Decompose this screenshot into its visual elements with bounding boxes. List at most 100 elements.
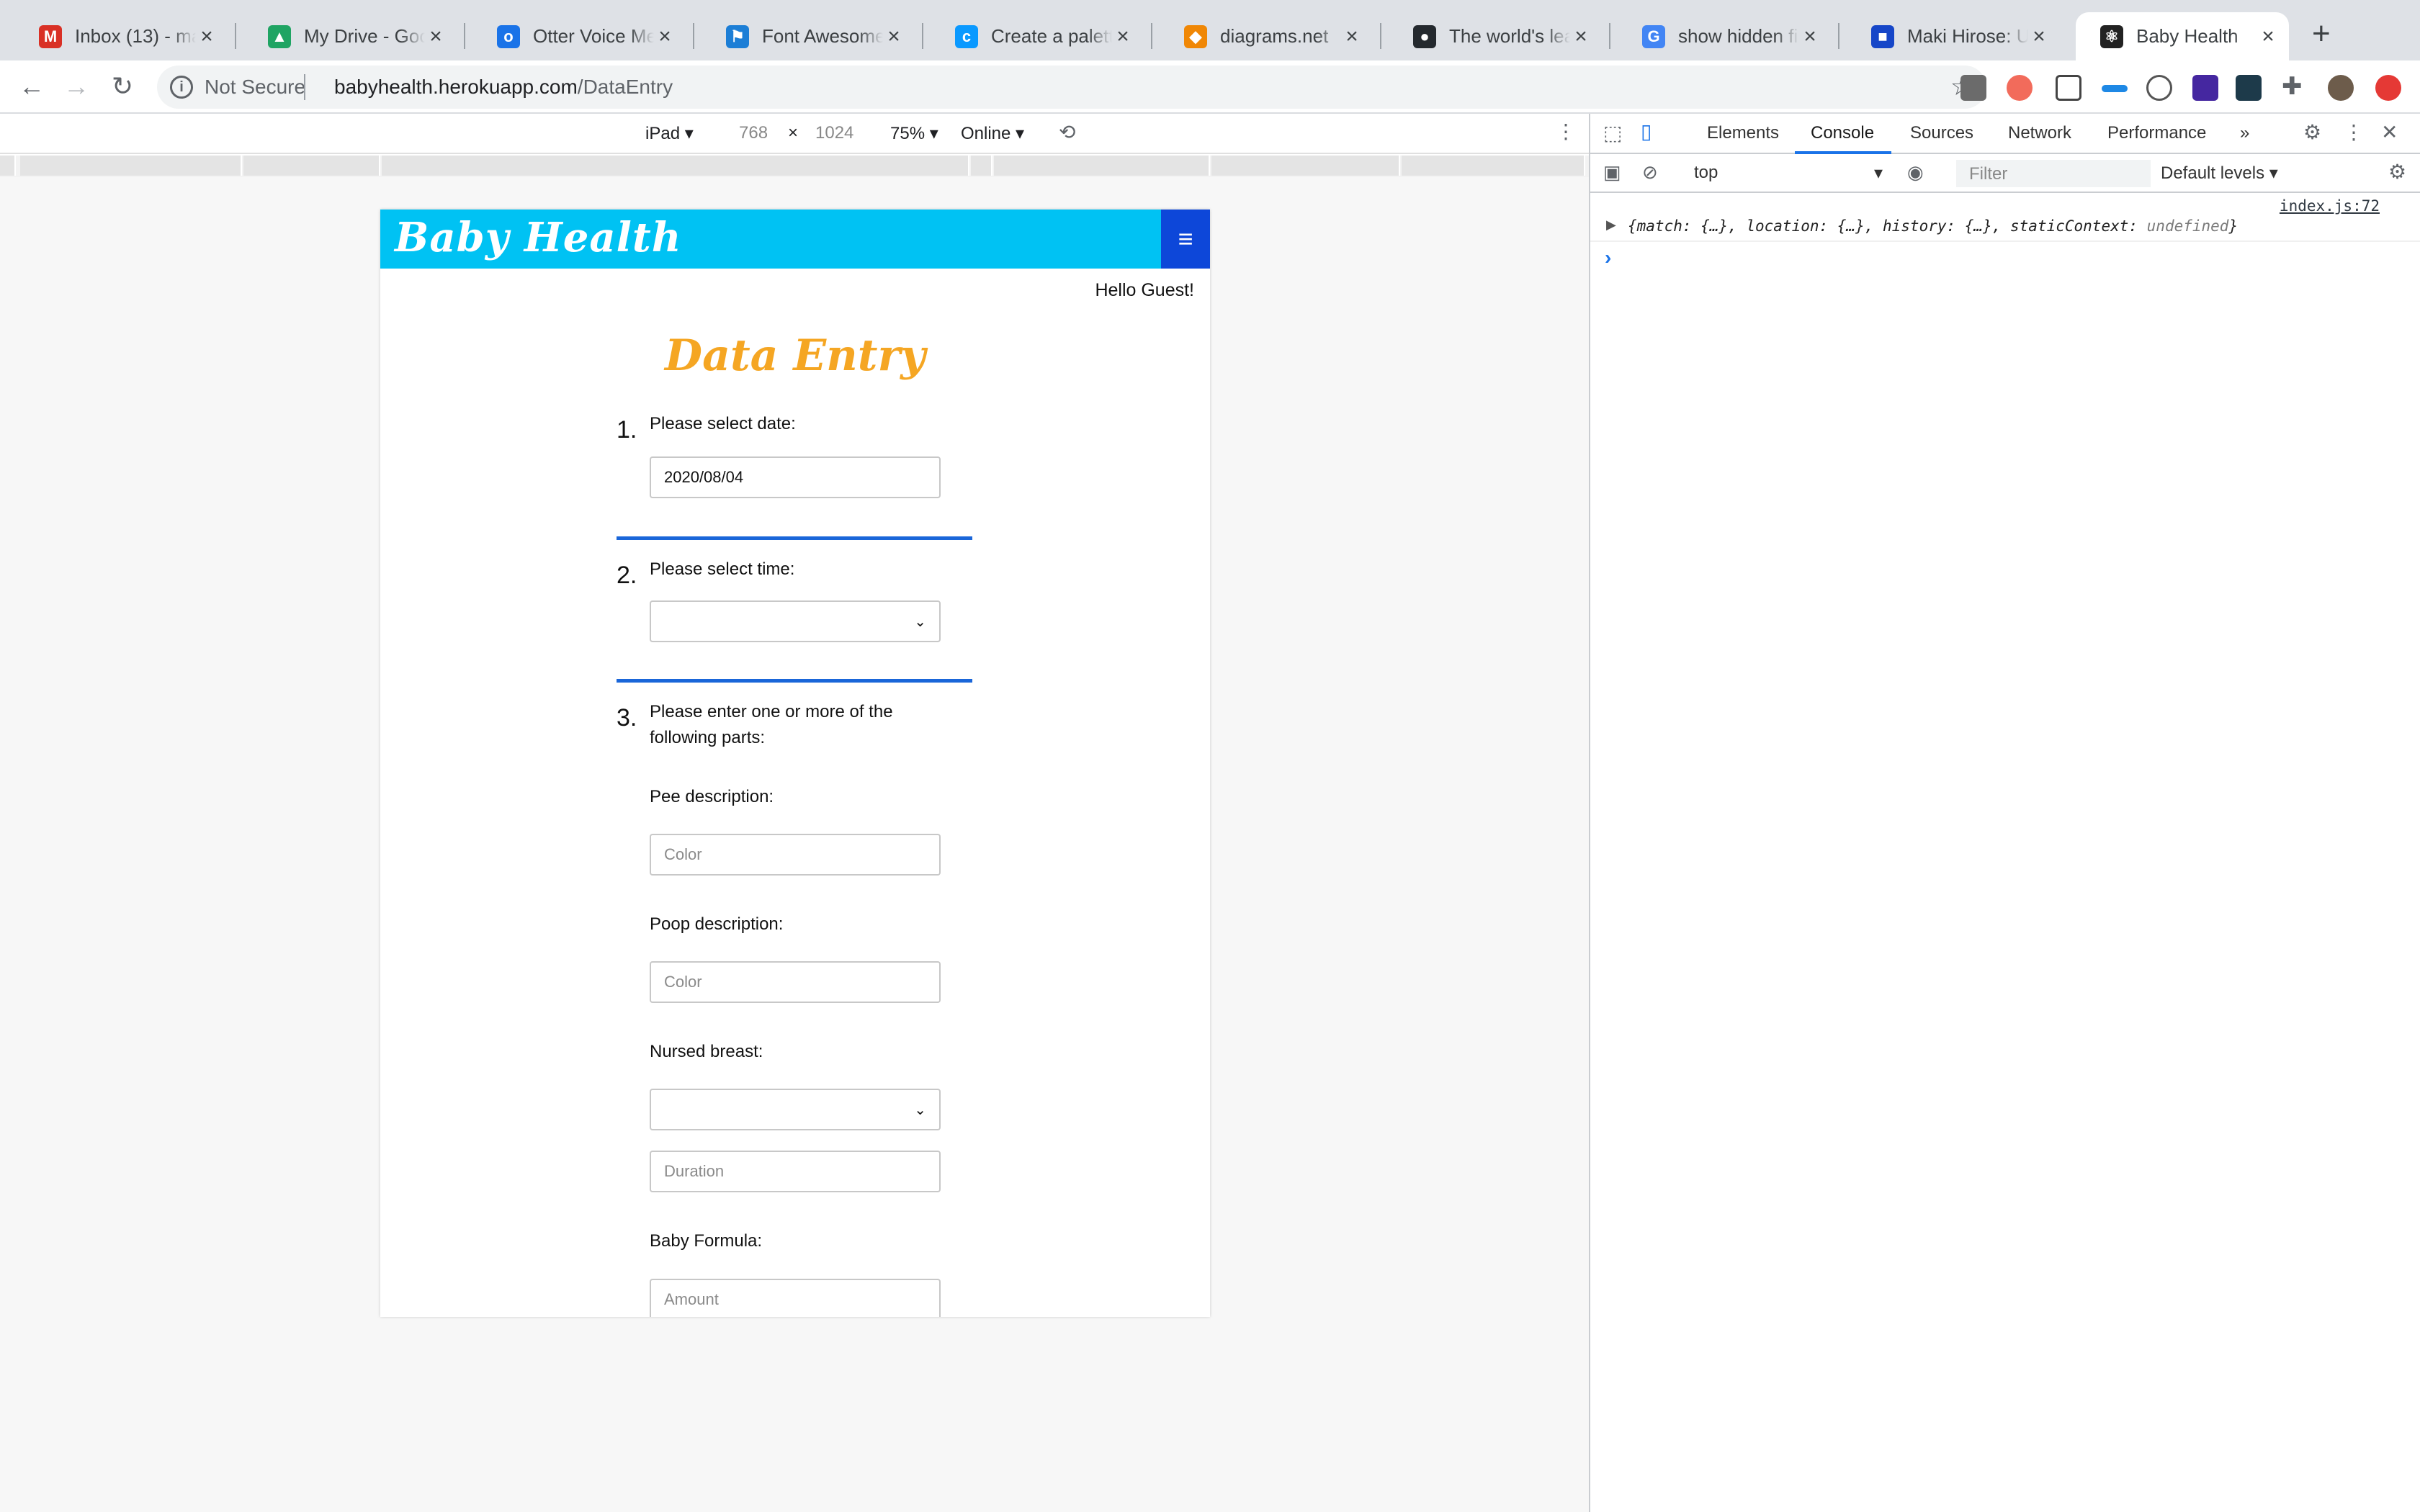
tab-network[interactable]: Network	[2008, 123, 2071, 143]
tab-sources[interactable]: Sources	[1910, 123, 1973, 143]
log-source-link[interactable]: index.js:72	[2280, 197, 2380, 215]
browser-tab[interactable]: ● The world's lead×	[1389, 12, 1602, 60]
chevron-down-icon: ▾	[1874, 163, 1883, 183]
puzzle-extensions-icon[interactable]: ✚	[2282, 72, 2303, 101]
close-tab-icon[interactable]: ×	[1341, 24, 1363, 49]
browser-tab[interactable]: ■ Maki Hirose: UX×	[1847, 12, 2060, 60]
close-tab-icon[interactable]: ×	[2028, 24, 2050, 49]
step-number: 2.	[617, 562, 637, 589]
otter-icon: o	[497, 24, 520, 48]
info-icon[interactable]: i	[170, 76, 193, 99]
extension-icon[interactable]	[1960, 75, 1986, 101]
nursed-breast-select[interactable]: ⌄	[650, 1089, 941, 1130]
close-devtools-icon[interactable]: ✕	[2381, 120, 2398, 144]
font-awesome-flag-icon: ⚑	[726, 24, 749, 48]
console-prompt[interactable]: ›	[1605, 246, 1611, 269]
console-settings-gear-icon[interactable]: ⚙	[2388, 160, 2406, 184]
context-value: top	[1694, 163, 1718, 182]
extension-icon[interactable]	[2102, 85, 2128, 92]
width-field[interactable]: 768	[739, 123, 768, 143]
close-tab-icon[interactable]: ×	[2257, 24, 2279, 49]
poop-color-input[interactable]: Color	[650, 961, 941, 1003]
pee-color-input[interactable]: Color	[650, 834, 941, 876]
address-bar[interactable]: i Not Secure babyhealth.herokuapp.com/Da…	[157, 66, 1986, 109]
step-label-date: Please select date:	[650, 414, 796, 433]
hamburger-menu-button[interactable]: ≡	[1161, 210, 1210, 269]
screenshot-extension-icon[interactable]	[2056, 75, 2081, 101]
settings-gear-icon[interactable]: ⚙	[2303, 120, 2321, 144]
browser-tab[interactable]: Gshow hidden file ×	[1618, 12, 1831, 60]
extension-icon[interactable]	[2007, 75, 2033, 101]
browser-tab[interactable]: ◆ diagrams.net ×	[1160, 12, 1373, 60]
formula-amount-input[interactable]: Amount	[650, 1279, 941, 1317]
browser-tab[interactable]: ⚑ Font Awesome ×	[702, 12, 915, 60]
avatar[interactable]	[2328, 75, 2354, 101]
tab-console[interactable]: Console	[1811, 123, 1874, 143]
clear-console-icon[interactable]: ⊘	[1642, 161, 1658, 184]
close-tab-icon[interactable]: ×	[196, 24, 218, 49]
inspect-element-icon[interactable]: ⬚	[1603, 121, 1622, 145]
url-text[interactable]: babyhealth.herokuapp.com/DataEntry	[334, 76, 673, 99]
more-tabs-icon[interactable]: »	[2240, 123, 2249, 143]
back-button[interactable]: ←	[16, 71, 48, 102]
height-field[interactable]: 1024	[815, 123, 853, 143]
more-options-icon[interactable]: ⋮	[1556, 120, 1576, 143]
rotate-icon[interactable]: ⟲	[1059, 120, 1075, 144]
duration-input[interactable]: Duration	[650, 1151, 941, 1192]
context-select[interactable]: top ▾	[1694, 163, 1883, 183]
time-select[interactable]: ⌄	[650, 600, 941, 642]
close-tab-icon[interactable]: ×	[883, 24, 905, 49]
update-icon[interactable]	[2375, 75, 2401, 101]
close-tab-icon[interactable]: ×	[1570, 24, 1592, 49]
gmail-icon: M	[39, 24, 62, 48]
close-tab-icon[interactable]: ×	[1112, 24, 1134, 49]
browser-tab[interactable]: c Create a palette ×	[931, 12, 1144, 60]
expand-triangle-icon[interactable]: ▶	[1606, 217, 1616, 233]
throttle-select[interactable]: Online ▾	[961, 123, 1024, 144]
date-input[interactable]: 2020/08/04	[650, 456, 941, 498]
react-devtools-icon[interactable]	[2236, 75, 2262, 101]
console-toolbar: ▣ ⊘ top ▾ ◉ Filter Default levels ▾ ⚙	[1590, 154, 2420, 193]
extension-icon[interactable]	[2192, 75, 2218, 101]
device-toggle-icon[interactable]: ▯	[1641, 120, 1652, 143]
step-number: 3.	[617, 704, 637, 732]
zoom-value: 75%	[890, 124, 926, 143]
tab-elements[interactable]: Elements	[1707, 123, 1779, 143]
browser-tab[interactable]: ▲ My Drive - Google×	[243, 12, 457, 60]
url-path: /DataEntry	[577, 76, 673, 98]
security-label[interactable]: Not Secure	[205, 76, 305, 99]
browser-tab[interactable]: ⚛ Baby Health ×	[2076, 12, 2289, 60]
log-levels-select[interactable]: Default levels ▾	[2161, 163, 2278, 184]
live-expression-eye-icon[interactable]: ◉	[1907, 161, 1924, 184]
pee-label: Pee description:	[650, 787, 774, 806]
page-title: Data Entry	[665, 330, 926, 381]
media-query-bar[interactable]	[0, 156, 1589, 177]
browser-tab[interactable]: o Otter Voice Meet×	[472, 12, 686, 60]
tab-title: show hidden file	[1678, 25, 1799, 47]
dimension-separator-icon: ×	[788, 123, 799, 143]
forward-button[interactable]: →	[60, 71, 92, 102]
app-brand[interactable]: Baby Health	[395, 214, 682, 261]
close-tab-icon[interactable]: ×	[1799, 24, 1821, 49]
tab-separator	[1151, 23, 1152, 49]
date-value: 2020/08/04	[664, 468, 744, 486]
console-log-entry[interactable]: {match: {…}, location: {…}, history: {…}…	[1628, 217, 2238, 235]
tab-performance[interactable]: Performance	[2107, 123, 2206, 143]
reload-button[interactable]: ↻	[107, 71, 138, 102]
console-filter-input[interactable]: Filter	[1956, 160, 2151, 187]
google-drive-icon: ▲	[268, 24, 291, 48]
browser-tab[interactable]: M Inbox (13) - maki×	[14, 12, 228, 60]
hamburger-icon: ≡	[1178, 224, 1193, 253]
extension-icon[interactable]	[2146, 75, 2172, 101]
devtools-panel: ⬚ ▯ Elements Console Sources Network Per…	[1589, 114, 2420, 1512]
close-tab-icon[interactable]: ×	[654, 24, 676, 49]
close-tab-icon[interactable]: ×	[425, 24, 447, 49]
kebab-menu-icon[interactable]: ⋮	[2344, 120, 2364, 144]
sidebar-toggle-icon[interactable]: ▣	[1603, 161, 1621, 184]
github-icon: ●	[1413, 24, 1436, 48]
google-icon: G	[1642, 24, 1665, 48]
device-select[interactable]: iPad ▾	[645, 123, 694, 144]
zoom-select[interactable]: 75% ▾	[890, 123, 938, 144]
new-tab-button[interactable]: +	[2312, 16, 2331, 52]
log-text: {match: {…}, location: {…}, history: {…}…	[1628, 217, 2147, 235]
